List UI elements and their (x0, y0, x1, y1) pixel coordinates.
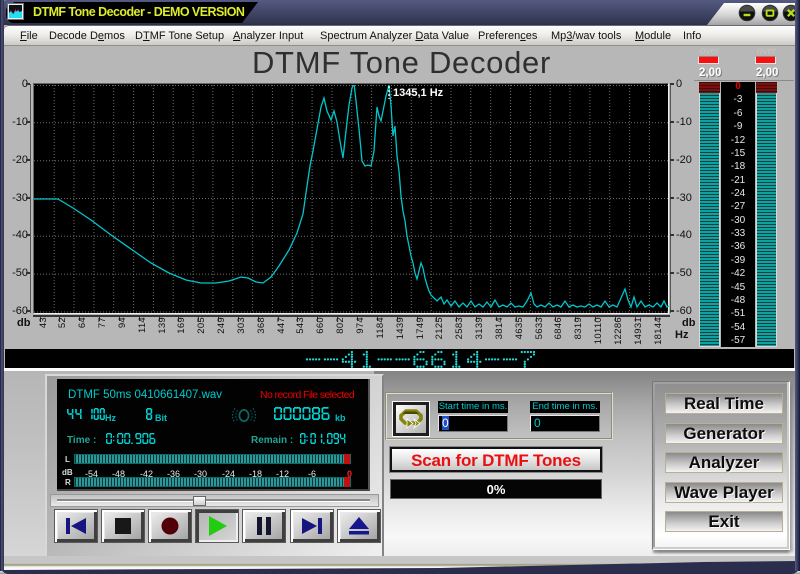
svg-text:1345,1 Hz: 1345,1 Hz (393, 87, 444, 99)
